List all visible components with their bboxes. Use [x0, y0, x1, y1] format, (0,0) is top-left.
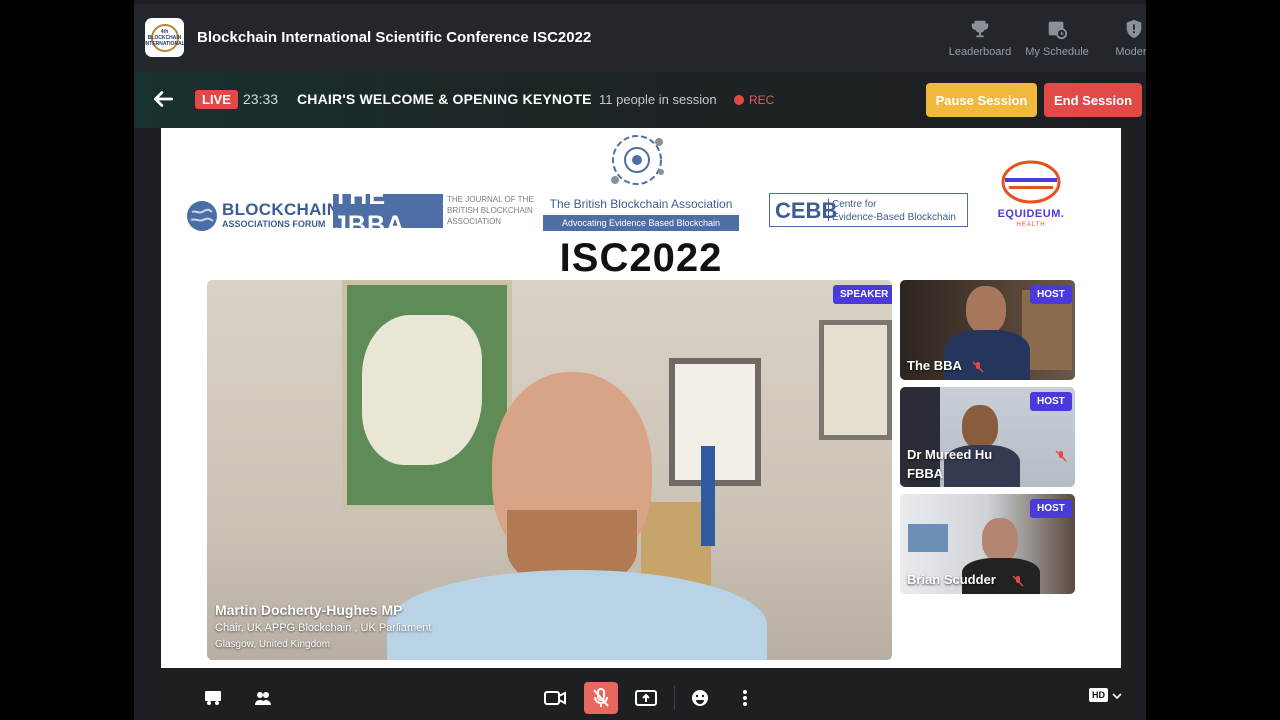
people-count[interactable]: 11 people in session — [599, 92, 717, 107]
session-timer: 23:33 — [243, 91, 279, 107]
event-logo-ring: 4th BLOCKCHAIN INTERNATIONAL — [144, 23, 185, 52]
wall-frame — [669, 358, 761, 486]
host-badge: HOST — [1030, 285, 1072, 304]
tile-person-head — [982, 518, 1018, 562]
rec-label: REC — [749, 93, 775, 107]
nav-my-schedule-label: My Schedule — [1025, 46, 1089, 58]
nav-leaderboard-label: Leaderboard — [948, 46, 1012, 58]
speaker-role: Chair, UK APPG Blockchain , UK Parliamen… — [215, 622, 432, 634]
speaker-location: Glasgow, United Kingdom — [215, 639, 331, 650]
session-title: CHAIR'S WELCOME & OPENING KEYNOTE — [297, 91, 592, 107]
jbba-sub3: ASSOCIATION — [447, 217, 502, 226]
host-badge: HOST — [1030, 499, 1072, 518]
recording-indicator: REC — [734, 93, 774, 107]
globe-icon — [187, 201, 217, 231]
mute-button[interactable] — [584, 682, 618, 714]
calendar-clock-icon — [1048, 21, 1068, 40]
bba-tagline: Advocating Evidence Based Blockchain — [543, 215, 739, 231]
equideum-logo-icon — [1001, 160, 1061, 204]
bba-emblem-icon — [611, 135, 664, 185]
more-icon — [743, 690, 747, 706]
participant-name: Dr Mureed Hu FBBA — [907, 445, 992, 483]
event-logo[interactable]: 4th BLOCKCHAIN INTERNATIONAL — [144, 18, 185, 57]
camera-icon — [544, 691, 566, 705]
flag — [701, 446, 715, 546]
participant-name: Brian Scudder — [907, 572, 996, 587]
participant-name-line2: FBBA — [907, 466, 944, 481]
session-bar: LIVE 23:33 CHAIR'S WELCOME & OPENING KEY… — [134, 72, 1146, 128]
mic-off-icon — [1055, 450, 1067, 462]
stage: BLOCKCHAIN ASSOCIATIONS FORUM THE JBBA T… — [161, 128, 1121, 668]
cebb-sub2: Evidence-Based Blockchain — [832, 212, 956, 223]
map-land — [362, 315, 482, 465]
wall-frame-right — [819, 320, 892, 440]
live-badge: LIVE — [195, 90, 238, 109]
top-bar: 4th BLOCKCHAIN INTERNATIONAL Blockchain … — [134, 4, 1146, 72]
shield-icon — [1126, 19, 1142, 39]
wall-map — [342, 280, 512, 510]
event-name-heading: ISC2022 — [559, 236, 723, 280]
mic-off-icon — [593, 688, 609, 707]
participants-icon — [255, 692, 271, 705]
jbba-sub2: BRITISH BLOCKCHAIN — [447, 206, 533, 215]
baf-line1: BLOCKCHAIN — [222, 200, 340, 219]
camera-button[interactable] — [538, 682, 572, 714]
breakout-rooms-button[interactable] — [196, 682, 230, 714]
share-screen-icon — [635, 690, 657, 706]
event-title: Blockchain International Scientific Conf… — [197, 29, 592, 46]
tile-picture — [908, 524, 948, 552]
cebb-divider — [828, 199, 829, 221]
nav-moderation[interactable]: Modera — [1099, 18, 1146, 58]
reactions-button[interactable] — [683, 682, 717, 714]
nav-leaderboard[interactable]: Leaderboard — [945, 18, 1015, 58]
equideum-name: EQUIDEUM. — [997, 208, 1065, 220]
jbba-sub1: THE JOURNAL OF THE — [447, 195, 534, 204]
speaker-name: Martin Docherty-Hughes MP — [215, 602, 403, 618]
speaker-video[interactable]: SPEAKER Martin Docherty-Hughes MP Chair,… — [207, 280, 892, 660]
baf-line2: ASSOCIATIONS FORUM — [222, 219, 326, 229]
cebb-logo: CEBB Centre for Evidence-Based Blockchai… — [769, 193, 968, 227]
tile-person-head — [966, 286, 1006, 334]
bba-name: The British Blockchain Association — [549, 197, 733, 211]
cebb-sub: Centre for Evidence-Based Blockchain — [832, 198, 956, 224]
more-options-button[interactable] — [728, 682, 762, 714]
video-quality-button[interactable]: HD — [1089, 688, 1108, 702]
equideum-sub: HEALTH — [1016, 222, 1046, 228]
participant-tile[interactable]: HOST Dr Mureed Hu FBBA — [900, 387, 1075, 487]
host-badge: HOST — [1030, 392, 1072, 411]
participant-tile[interactable]: HOST Brian Scudder — [900, 494, 1075, 594]
event-logo-text: 4th BLOCKCHAIN INTERNATIONAL — [144, 28, 185, 47]
speaker-badge: SPEAKER — [833, 285, 892, 304]
participant-name-line1: Dr Mureed Hu — [907, 447, 993, 462]
tile-person-head — [962, 405, 998, 449]
breakout-rooms-icon — [205, 691, 221, 705]
jbba-logo: THE JBBA — [333, 182, 443, 239]
trophy-icon — [971, 20, 989, 38]
nav-moderation-label: Modera — [1115, 46, 1146, 58]
chevron-down-icon[interactable] — [1112, 692, 1122, 700]
mic-off-icon — [972, 361, 984, 373]
cebb-sub1: Centre for — [832, 199, 877, 210]
back-arrow-icon[interactable] — [150, 86, 176, 112]
jbba-subtitle: THE JOURNAL OF THE BRITISH BLOCKCHAIN AS… — [447, 194, 534, 227]
app-window: 4th BLOCKCHAIN INTERNATIONAL Blockchain … — [134, 0, 1146, 720]
control-divider — [674, 686, 675, 710]
share-screen-button[interactable] — [629, 682, 663, 714]
participants-button[interactable] — [246, 682, 280, 714]
pause-session-button[interactable]: Pause Session — [926, 83, 1037, 117]
participant-tile[interactable]: HOST The BBA — [900, 280, 1075, 380]
rec-dot-icon — [734, 95, 744, 105]
mic-off-icon — [1012, 575, 1024, 587]
bottom-controls: HD — [134, 672, 1146, 720]
emoji-icon — [692, 690, 708, 706]
nav-my-schedule[interactable]: My Schedule — [1022, 18, 1092, 58]
participant-name: The BBA — [907, 358, 962, 373]
end-session-button[interactable]: End Session — [1044, 83, 1142, 117]
